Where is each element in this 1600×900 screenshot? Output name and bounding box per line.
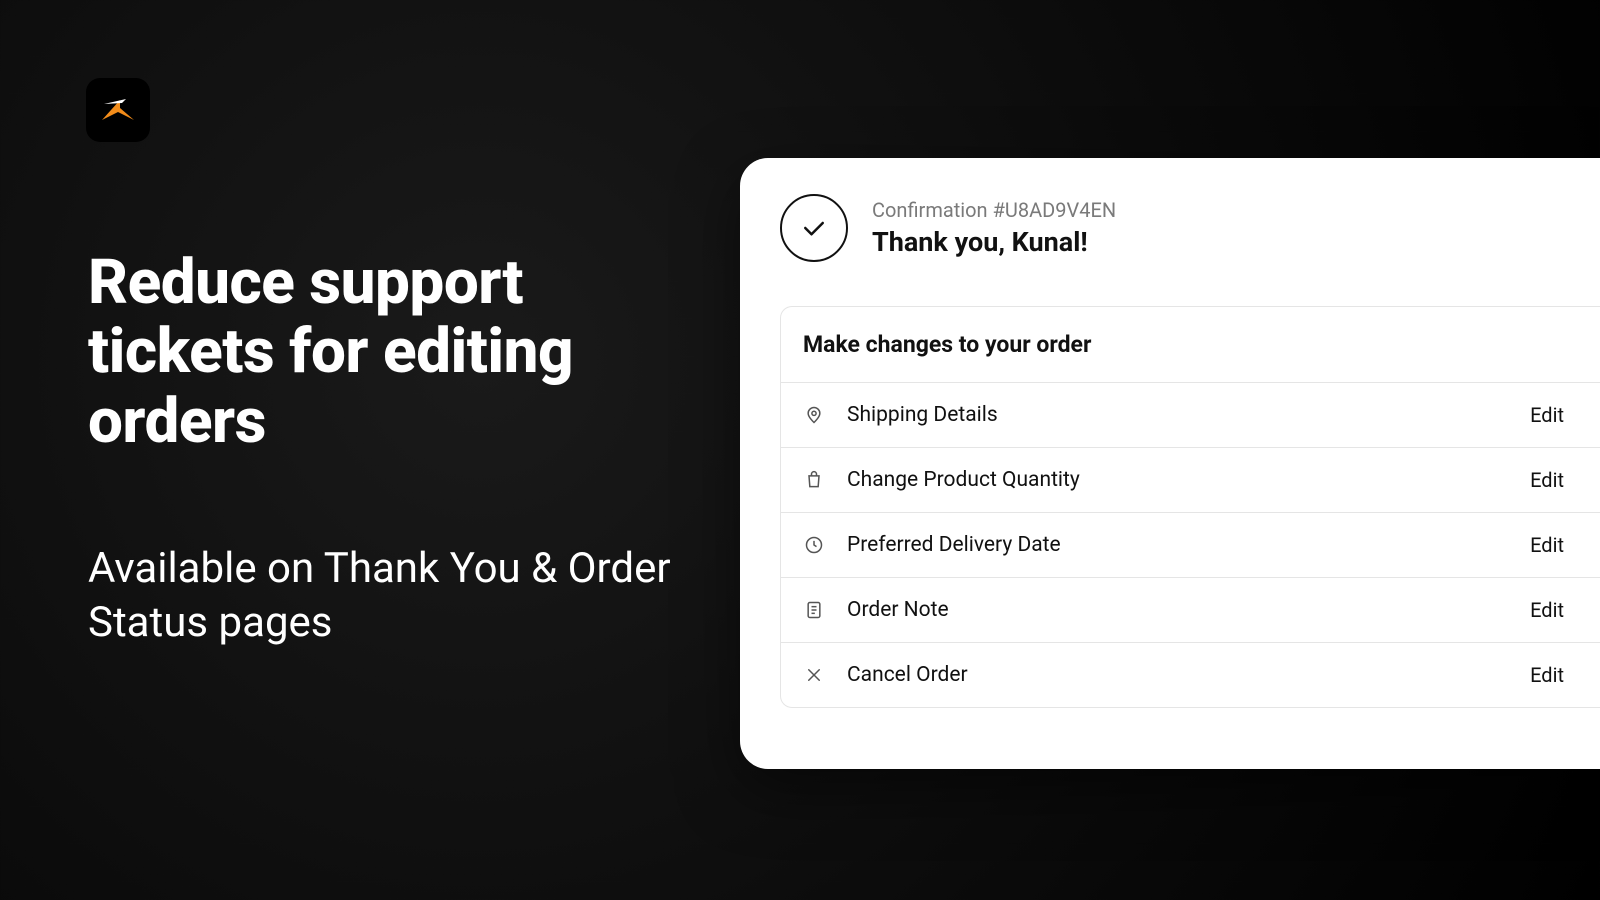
row-label: Order Note [847, 598, 1508, 622]
row-label: Shipping Details [847, 403, 1508, 427]
location-pin-icon [803, 404, 825, 426]
thank-you-text: Thank you, Kunal! [872, 226, 1116, 258]
confirmation-header: Confirmation #U8AD9V4EN Thank you, Kunal… [780, 194, 1600, 262]
row-label: Change Product Quantity [847, 468, 1508, 492]
confirmation-code: Confirmation #U8AD9V4EN [872, 198, 1116, 222]
shopping-bag-icon [803, 469, 825, 491]
order-card: Confirmation #U8AD9V4EN Thank you, Kunal… [740, 158, 1600, 769]
row-cancel-order[interactable]: Cancel Order Edit [781, 642, 1600, 707]
logo-icon [98, 90, 138, 130]
clock-icon [803, 534, 825, 556]
row-label: Cancel Order [847, 663, 1508, 687]
row-delivery-date[interactable]: Preferred Delivery Date Edit [781, 512, 1600, 577]
edit-label: Edit [1530, 403, 1564, 427]
edit-label: Edit [1530, 598, 1564, 622]
edit-label: Edit [1530, 468, 1564, 492]
row-order-note[interactable]: Order Note Edit [781, 577, 1600, 642]
row-label: Preferred Delivery Date [847, 533, 1508, 557]
row-shipping-details[interactable]: Shipping Details Edit [781, 382, 1600, 447]
headline: Reduce support tickets for editing order… [88, 248, 688, 456]
panel-title: Make changes to your order [781, 307, 1600, 382]
note-icon [803, 599, 825, 621]
subheadline: Available on Thank You & Order Status pa… [88, 542, 708, 650]
edit-label: Edit [1530, 533, 1564, 557]
row-change-quantity[interactable]: Change Product Quantity Edit [781, 447, 1600, 512]
edit-label: Edit [1530, 663, 1564, 687]
order-changes-panel: Make changes to your order Shipping Deta… [780, 306, 1600, 708]
app-logo [86, 78, 150, 142]
close-icon [803, 664, 825, 686]
check-circle-icon [780, 194, 848, 262]
